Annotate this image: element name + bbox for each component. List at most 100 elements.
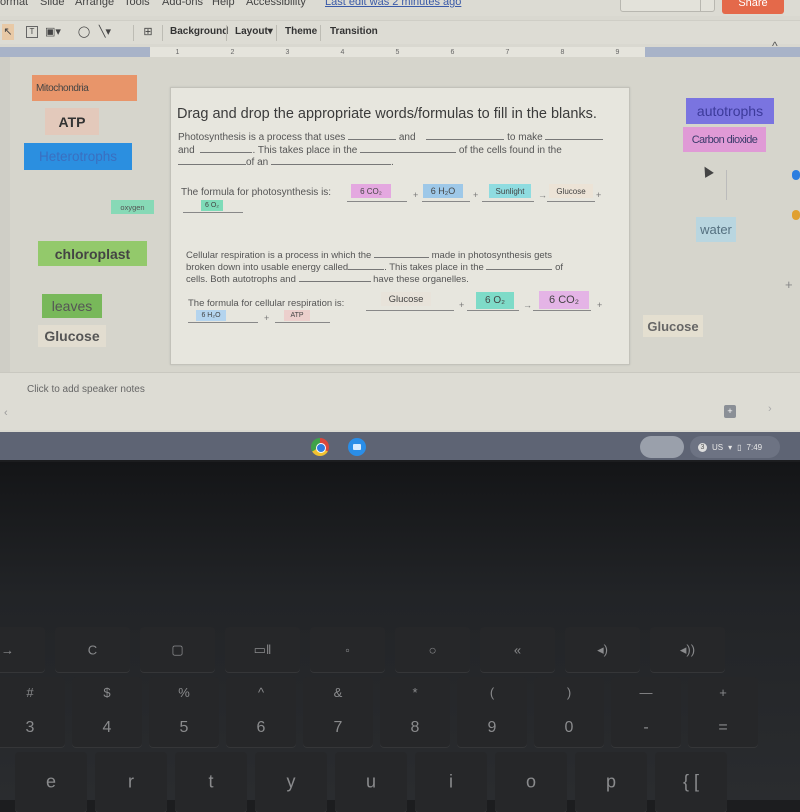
- blank[interactable]: [360, 144, 457, 153]
- key-number[interactable]: + =: [688, 677, 758, 747]
- key-letter[interactable]: e: [15, 752, 87, 812]
- word-chip-chloroplast[interactable]: chloroplast: [38, 241, 147, 266]
- word-chip-water[interactable]: water: [696, 217, 736, 242]
- blank[interactable]: [271, 156, 392, 165]
- photosynthesis-formula-label: The formula for photosynthesis is:: [181, 187, 332, 198]
- menu-format[interactable]: ormat: [0, 0, 28, 8]
- theme-button[interactable]: Theme: [285, 26, 317, 37]
- menu-tools[interactable]: Tools: [124, 0, 150, 8]
- text: of an: [246, 157, 269, 168]
- maps-icon[interactable]: [792, 210, 800, 220]
- blank[interactable]: [348, 261, 385, 270]
- blank[interactable]: [373, 249, 429, 258]
- slide[interactable]: Drag and drop the appropriate words/form…: [170, 87, 630, 365]
- menu-help[interactable]: Help: [212, 0, 235, 8]
- key-number[interactable]: ^ 6: [226, 677, 296, 747]
- word-chip-carbon-dioxide[interactable]: Carbon dioxide: [683, 127, 766, 152]
- menu-addons[interactable]: Add-ons: [162, 0, 203, 8]
- formula-chip-6o2[interactable]: 6 O₂: [201, 200, 223, 211]
- menu-arrange[interactable]: Arrange: [75, 0, 114, 8]
- explore-icon[interactable]: +: [724, 405, 736, 418]
- cursor-arrow-icon[interactable]: ↖: [2, 24, 14, 40]
- last-edit-link[interactable]: Last edit was 2 minutes ago: [325, 0, 461, 8]
- key-number[interactable]: ) 0: [534, 677, 604, 747]
- key-function[interactable]: ○: [395, 627, 470, 672]
- speaker-notes[interactable]: Click to add speaker notes ‹ + ›: [0, 372, 800, 430]
- blank[interactable]: [348, 131, 397, 140]
- background-button[interactable]: Background: [170, 26, 228, 37]
- formula-chip-6h2o[interactable]: 6 H₂O: [423, 184, 463, 198]
- formula-chip-6h2o[interactable]: 6 H₂O: [196, 310, 226, 321]
- word-chip-heterotrophs[interactable]: Heterotrophs: [24, 143, 132, 170]
- key-letter[interactable]: p: [575, 752, 647, 812]
- key-number[interactable]: $4: [72, 677, 142, 747]
- key-letter[interactable]: r: [95, 752, 167, 812]
- present-dropdown[interactable]: [700, 0, 716, 12]
- key-letter[interactable]: t: [175, 752, 247, 812]
- key-number[interactable]: % 5: [149, 677, 219, 747]
- text: of the cells found in the: [458, 144, 562, 156]
- blank[interactable]: [200, 144, 253, 153]
- blank[interactable]: [178, 156, 246, 165]
- key-number[interactable]: (9: [457, 677, 527, 747]
- blank[interactable]: [298, 273, 371, 282]
- formula-chip-6co2[interactable]: 6 CO₂: [539, 291, 589, 309]
- key-letter[interactable]: i: [415, 752, 487, 812]
- formula-chip-glucose[interactable]: Glucose: [549, 184, 593, 198]
- key-letter[interactable]: y: [255, 752, 327, 812]
- formula-chip-glucose[interactable]: Glucose: [381, 292, 431, 306]
- word-chip-atp[interactable]: ATP: [45, 108, 99, 135]
- menu-accessibility[interactable]: Accessibility: [246, 0, 306, 8]
- key-shift-glyph: &: [333, 685, 343, 700]
- status-tray[interactable]: 3 US ▾ ▯ 7:49: [690, 436, 780, 458]
- key-number[interactable]: #3: [0, 677, 65, 747]
- key-function[interactable]: C: [55, 627, 130, 672]
- word-chip-autotrophs[interactable]: autotrophs: [686, 98, 774, 124]
- key-function[interactable]: ◂): [565, 627, 640, 672]
- formula-chip-6o2[interactable]: 6 O₂: [476, 292, 514, 309]
- key-letter[interactable]: u: [335, 752, 407, 812]
- layout-button[interactable]: Layout▾: [235, 26, 273, 37]
- key-letter[interactable]: { [: [655, 752, 727, 812]
- key-function[interactable]: ◂)): [650, 627, 725, 672]
- key-glyph: ○: [428, 642, 437, 657]
- key-function[interactable]: ◦: [310, 627, 385, 672]
- key-function[interactable]: «: [480, 627, 555, 672]
- comment-icon[interactable]: ⊞: [140, 24, 156, 40]
- notification-tray[interactable]: [640, 436, 684, 458]
- key-number[interactable]: * 8: [380, 677, 450, 747]
- chevron-right-icon[interactable]: ›: [768, 403, 772, 415]
- speaker-notes-placeholder[interactable]: Click to add speaker notes: [27, 384, 145, 395]
- text: to make: [507, 132, 543, 143]
- shape-icon[interactable]: ◯: [76, 24, 92, 40]
- chip-label: Mitochondria: [36, 82, 89, 94]
- word-chip-mitochondria[interactable]: Mitochondria: [32, 75, 137, 101]
- key-number[interactable]: — -: [611, 677, 681, 747]
- key-function[interactable]: ▭‖: [225, 627, 300, 672]
- key-function[interactable]: ▢: [140, 627, 215, 672]
- blank[interactable]: [545, 131, 604, 140]
- key-function[interactable]: →: [0, 627, 45, 672]
- calendar-icon[interactable]: [792, 170, 800, 180]
- transition-button[interactable]: Transition: [330, 26, 378, 37]
- formula-chip-6co2[interactable]: 6 CO₂: [351, 184, 391, 198]
- key-letter[interactable]: o: [495, 752, 567, 812]
- blank[interactable]: [486, 261, 553, 270]
- formula-chip-sunlight[interactable]: Sunlight: [489, 184, 531, 198]
- line-icon[interactable]: ╲▾: [97, 24, 113, 40]
- files-icon[interactable]: [348, 438, 366, 456]
- add-addon-icon[interactable]: +: [785, 277, 793, 292]
- word-chip-glucose-left[interactable]: Glucose: [38, 325, 106, 347]
- word-chip-oxygen[interactable]: oxygen: [111, 200, 154, 214]
- word-chip-glucose-right[interactable]: Glucose: [643, 315, 703, 337]
- word-chip-leaves[interactable]: leaves: [42, 294, 102, 318]
- image-icon[interactable]: ▣▾: [45, 24, 61, 40]
- chevron-left-icon[interactable]: ‹: [4, 407, 8, 419]
- formula-chip-atp[interactable]: ATP: [284, 310, 310, 321]
- text-box-icon[interactable]: T: [26, 26, 38, 38]
- blank[interactable]: [426, 131, 505, 140]
- key-number[interactable]: & 7: [303, 677, 373, 747]
- menu-slide[interactable]: Slide: [40, 0, 64, 8]
- chrome-icon[interactable]: [311, 438, 329, 456]
- share-button[interactable]: Share: [722, 0, 784, 14]
